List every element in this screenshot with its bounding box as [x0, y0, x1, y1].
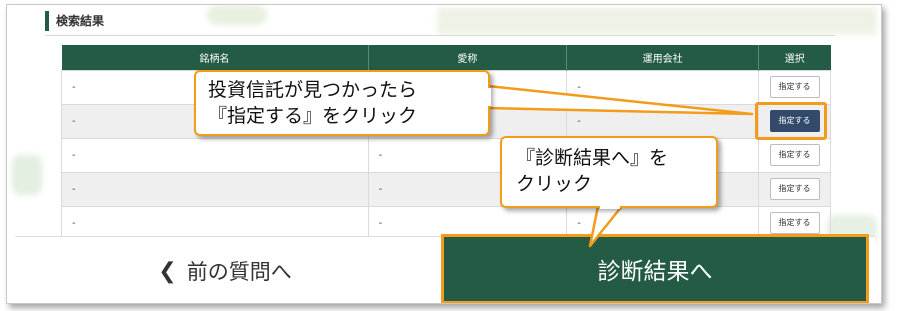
screenshot-frame: 検索結果 銘柄名 愛称 運用会社 選択 - - - 指定する - - - 指定す… — [6, 4, 882, 304]
previous-question-button[interactable]: ❮ 前の質問へ — [15, 237, 435, 303]
column-header-company: 運用会社 — [566, 45, 760, 70]
callout-result-instruction: 『診断結果へ』を クリック — [500, 136, 718, 208]
background-decoration — [12, 155, 42, 195]
callout-line: 投資信託が見つかったら — [208, 79, 418, 101]
callout-line: 『診断結果へ』を — [516, 147, 669, 169]
callout-select-instruction: 投資信託が見つかったら 『指定する』をクリック — [194, 70, 490, 136]
select-button-highlight-box — [755, 102, 827, 140]
callout-line: クリック — [516, 173, 593, 195]
background-decoration — [207, 5, 267, 25]
cell-name: - — [61, 137, 369, 173]
chevron-left-icon: ❮ — [158, 258, 177, 284]
previous-question-label: 前の質問へ — [186, 260, 292, 284]
column-header-select: 選択 — [758, 45, 831, 70]
select-button[interactable]: 指定する — [769, 144, 820, 166]
select-button[interactable]: 指定する — [769, 212, 820, 234]
cell-select: 指定する — [758, 171, 831, 207]
select-button[interactable]: 指定する — [769, 76, 820, 98]
cell-select: 指定する — [758, 69, 831, 105]
section-title: 検索結果 — [45, 11, 104, 31]
cell-company: - — [566, 103, 760, 139]
section-divider — [45, 35, 835, 36]
diagnosis-result-label: 診断結果へ — [597, 259, 713, 285]
background-decoration — [437, 7, 877, 35]
cell-select: 指定する — [758, 137, 831, 173]
select-button[interactable]: 指定する — [769, 178, 820, 200]
column-header-nickname: 愛称 — [368, 45, 568, 70]
navigation-bar: ❮ 前の質問へ 診断結果へ — [15, 234, 875, 303]
diagnosis-result-button[interactable]: 診断結果へ — [441, 234, 869, 303]
cell-name: - — [61, 205, 369, 241]
column-header-name: 銘柄名 — [61, 45, 369, 70]
callout-line: 『指定する』をクリック — [208, 105, 418, 127]
table-header-row: 銘柄名 愛称 運用会社 選択 — [61, 45, 831, 70]
cell-company: - — [566, 69, 760, 105]
cell-name: - — [61, 171, 369, 207]
